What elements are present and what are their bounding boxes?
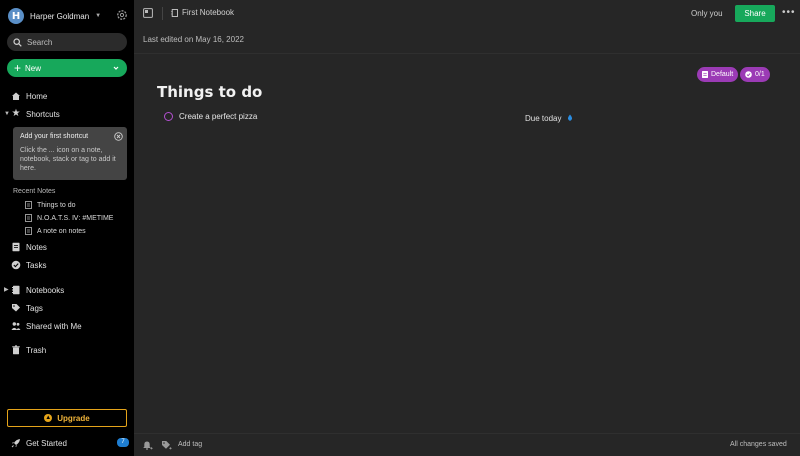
check-circle-icon — [11, 260, 21, 270]
template-tag[interactable]: Default — [697, 67, 739, 82]
get-started-label: Get Started — [26, 438, 67, 448]
task-checkbox[interactable] — [164, 112, 173, 121]
upgrade-coin-icon: ▲ — [44, 414, 53, 422]
sidebar-item-shortcuts[interactable]: ★ Shortcuts — [11, 108, 60, 120]
notebook-icon — [12, 285, 20, 295]
upgrade-button[interactable]: ▲ Upgrade — [7, 409, 127, 427]
sidebar-item-label: Tags — [26, 303, 43, 313]
note-title[interactable]: Things to do — [157, 83, 262, 101]
sidebar-item-shared[interactable]: Shared with Me — [11, 320, 82, 332]
notes-icon — [12, 242, 20, 252]
shortcut-hint-body: Click the ... icon on a note, notebook, … — [20, 147, 116, 172]
notebook-icon — [171, 8, 178, 17]
task-item[interactable]: Create a perfect pizza — [164, 112, 257, 121]
add-tag-icon[interactable] — [161, 440, 172, 451]
visibility-status[interactable]: Only you — [691, 9, 723, 18]
chevron-down-icon: ▼ — [95, 13, 102, 19]
shortcut-hint-title: Add your first shortcut — [20, 133, 89, 140]
note-footer: Add tag All changes saved — [134, 433, 800, 456]
sidebar-item-label: Tasks — [26, 260, 47, 270]
recent-note-item[interactable]: N.O.A.T.S. Ⅳ: #METIME — [25, 213, 113, 223]
note-icon — [25, 214, 32, 222]
notebook-name: First Notebook — [182, 8, 235, 17]
sidebar-item-tags[interactable]: Tags — [11, 302, 43, 314]
star-icon: ★ — [11, 108, 21, 119]
more-options-icon[interactable]: ••• — [782, 7, 796, 18]
expand-triangle-icon[interactable]: ▶ — [4, 286, 9, 293]
account-name: Harper Goldman — [30, 11, 90, 21]
note-toolbar: First Notebook Only you Share ••• — [134, 0, 800, 27]
recent-note-item[interactable]: A note on notes — [25, 226, 86, 236]
task-progress-tag[interactable]: 0/1 — [740, 67, 770, 82]
recent-note-item[interactable]: Things to do — [25, 200, 76, 210]
people-icon — [11, 322, 21, 330]
share-button[interactable]: Share — [735, 5, 775, 22]
account-menu[interactable]: H Harper Goldman ▼ — [8, 7, 101, 25]
template-tag-label: Default — [711, 71, 734, 78]
count-badge: 7 — [117, 438, 129, 447]
toolbar-divider — [162, 7, 163, 20]
reminder-bell-icon[interactable] — [142, 440, 153, 451]
search-icon — [13, 37, 22, 47]
task-due-date[interactable]: Due today — [525, 114, 561, 123]
plus-icon: + — [14, 61, 22, 75]
trash-icon — [12, 345, 20, 355]
sidebar-item-label: Shortcuts — [26, 109, 60, 119]
save-status: All changes saved — [730, 441, 787, 448]
recent-notes-heading: Recent Notes — [13, 188, 56, 195]
gear-icon[interactable] — [116, 9, 128, 21]
sidebar-item-trash[interactable]: Trash — [11, 344, 46, 356]
header-divider — [134, 53, 800, 54]
get-started-item[interactable]: Get Started 7 — [11, 437, 129, 449]
disclosure-triangle-icon[interactable]: ▼ — [4, 111, 10, 117]
home-icon — [12, 92, 20, 100]
sidebar-item-notes[interactable]: Notes — [11, 241, 47, 253]
search-placeholder: Search — [27, 37, 53, 47]
recent-note-title: N.O.A.T.S. Ⅳ: #METIME — [37, 215, 114, 222]
upgrade-label: Upgrade — [57, 413, 90, 423]
task-progress-label: 0/1 — [755, 71, 765, 78]
rocket-icon — [11, 439, 20, 448]
note-icon — [25, 201, 32, 209]
close-icon[interactable] — [114, 132, 123, 141]
add-tag-input[interactable]: Add tag — [178, 441, 202, 448]
recent-note-title: Things to do — [37, 201, 76, 209]
note-icon — [25, 227, 32, 235]
tag-icon — [12, 304, 20, 312]
sidebar-item-label: Shared with Me — [26, 321, 82, 331]
search-input[interactable]: Search — [7, 33, 127, 51]
sidebar-item-home[interactable]: Home — [11, 90, 47, 102]
shortcut-hint-card: Add your first shortcut Click the ... ic… — [13, 127, 127, 180]
sidebar-item-notebooks[interactable]: Notebooks — [11, 284, 64, 296]
check-circle-icon — [745, 71, 752, 78]
avatar-initial: H — [11, 10, 21, 22]
task-text[interactable]: Create a perfect pizza — [179, 112, 257, 121]
avatar: H — [8, 8, 24, 24]
notebook-breadcrumb[interactable]: First Notebook — [171, 8, 234, 17]
last-edited-info: Last edited on May 16, 2022 — [143, 35, 244, 44]
new-button[interactable]: + New — [7, 59, 127, 77]
document-icon — [702, 71, 708, 78]
new-button-label: New — [25, 63, 42, 73]
priority-flag-icon[interactable] — [567, 114, 573, 121]
sidebar-item-label: Trash — [26, 345, 47, 355]
expand-note-icon[interactable] — [143, 8, 153, 18]
sidebar: H Harper Goldman ▼ Search + New Home ★ S… — [0, 0, 134, 456]
sidebar-item-label: Notes — [26, 242, 47, 252]
sidebar-item-tasks[interactable]: Tasks — [11, 259, 46, 271]
sidebar-item-label: Home — [26, 91, 48, 101]
chevron-down-icon[interactable] — [111, 63, 121, 73]
note-editor: First Notebook Only you Share ••• Last e… — [134, 0, 800, 456]
sidebar-item-label: Notebooks — [26, 285, 65, 295]
recent-note-title: A note on notes — [37, 227, 86, 235]
